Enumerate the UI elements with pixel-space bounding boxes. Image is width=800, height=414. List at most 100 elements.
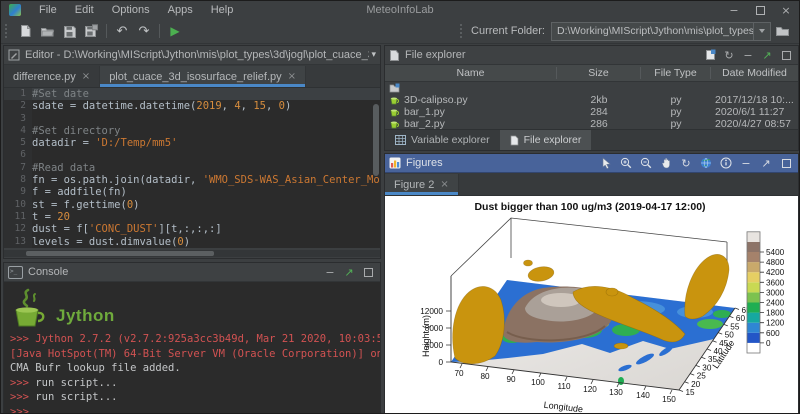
file-date: 2017/12/18 10:...: [711, 94, 798, 106]
code-line[interactable]: 3: [4, 113, 380, 125]
y-tick: 15: [686, 388, 696, 397]
x-tick: 110: [557, 382, 570, 391]
file-type: py: [641, 94, 711, 106]
menu-edit[interactable]: Edit: [67, 2, 102, 18]
x-axis-label: Longitude: [543, 400, 583, 413]
colorbar-tick: 3000: [766, 288, 785, 297]
code-line[interactable]: 8fn = os.path.join(datadir, 'WMO_SDS-WAS…: [4, 174, 380, 186]
redo-button[interactable]: ↷: [133, 21, 155, 41]
figures-maximize-button[interactable]: [778, 156, 794, 170]
browse-folder-button[interactable]: [771, 21, 793, 41]
code-line[interactable]: 2sdate = datetime.datetime(2019, 4, 15, …: [4, 100, 380, 112]
menu-apps[interactable]: Apps: [160, 2, 201, 18]
file-explorer-minimize-button[interactable]: −: [740, 48, 756, 62]
new-script-button[interactable]: [14, 21, 36, 41]
file-explorer-panel: File explorer ↻ − ↗ Name Size File Type …: [384, 45, 799, 151]
figures-header[interactable]: Figures ↻: [385, 154, 798, 173]
x-tick: 80: [480, 372, 490, 381]
figure-canvas[interactable]: Dust bigger than 100 ug/m3 (2019-04-17 1…: [385, 196, 798, 413]
current-folder-dropdown[interactable]: [753, 23, 770, 40]
tab-label: Variable explorer: [411, 134, 490, 146]
figures-minimize-button[interactable]: −: [738, 156, 754, 170]
folder-open-icon: [40, 25, 55, 38]
file-explorer-detach-button[interactable]: ↗: [759, 48, 775, 62]
file-explorer-maximize-button[interactable]: [778, 48, 794, 62]
console-output[interactable]: Jython >>> Jython 2.7.2 (v2.7.2:925a3cc3…: [4, 282, 380, 414]
current-folder-combobox[interactable]: D:\Working\MIScript\Jython\mis\plot_type…: [551, 22, 771, 41]
code-line[interactable]: 1#Set date: [4, 88, 380, 100]
colorbar-tick: 4200: [766, 268, 785, 277]
code-editor[interactable]: 1#Set date2sdate = datetime.datetime(201…: [4, 88, 380, 248]
menu-help[interactable]: Help: [203, 2, 242, 18]
identify-tool-button[interactable]: [718, 156, 734, 170]
console-panel: >_ Console − ↗ Jython >>> Jython 2.7.2 (…: [3, 262, 381, 413]
column-date-modified[interactable]: Date Modified: [711, 67, 798, 79]
undo-button[interactable]: ↶: [111, 21, 133, 41]
code-line[interactable]: 4#Set directory: [4, 125, 380, 137]
pointer-tool-button[interactable]: [598, 156, 614, 170]
editor-dropdown-icon[interactable]: ▾: [371, 51, 376, 60]
parent-folder-row[interactable]: [385, 82, 798, 94]
window-maximize-button[interactable]: [747, 1, 773, 19]
code-line[interactable]: 13levels = dust.dimvalue(0): [4, 236, 380, 248]
column-size[interactable]: Size: [557, 67, 641, 79]
window-minimize-button[interactable]: −: [721, 1, 747, 19]
new-file-button[interactable]: [702, 48, 718, 62]
code-line[interactable]: 5datadir = 'D:/Temp/mm5': [4, 137, 380, 149]
scrollbar-thumb[interactable]: [26, 251, 214, 256]
main-toolbar: ↶ ↷ ▶ Current Folder: D:\Working\MIScrip…: [1, 19, 799, 44]
pan-tool-button[interactable]: [658, 156, 674, 170]
code-line[interactable]: 11t = 20: [4, 211, 380, 223]
tab-close-icon[interactable]: ×: [82, 71, 90, 82]
tab-difference-py[interactable]: difference.py ×: [4, 66, 100, 87]
console-line: CMA Bufr lookup file added.: [10, 361, 374, 376]
column-file-type[interactable]: File Type: [641, 67, 711, 79]
figures-detach-button[interactable]: ↗: [758, 156, 774, 170]
cursor-icon: [601, 157, 612, 169]
editor-vertical-scrollbar[interactable]: [373, 86, 379, 246]
tab-plot-cuace-3d-isosurface-relief-py[interactable]: plot_cuace_3d_isosurface_relief.py ×: [100, 66, 306, 87]
maximize-icon: [756, 6, 765, 15]
tab-figure-2[interactable]: Figure 2 ×: [385, 174, 459, 195]
run-script-button[interactable]: ▶: [164, 21, 186, 41]
app-logo-icon: [9, 4, 21, 16]
console-maximize-button[interactable]: [360, 265, 376, 279]
zoom-out-tool-button[interactable]: [638, 156, 654, 170]
file-table-header[interactable]: Name Size File Type Date Modified: [385, 65, 798, 82]
refresh-button[interactable]: ↻: [721, 48, 737, 62]
file-size: 2kb: [557, 94, 641, 106]
y-tick: 55: [730, 322, 740, 331]
zoom-in-tool-button[interactable]: [618, 156, 634, 170]
console-panel-header[interactable]: >_ Console − ↗: [4, 263, 380, 282]
save-button[interactable]: [58, 21, 80, 41]
column-name[interactable]: Name: [385, 67, 557, 79]
file-row[interactable]: 3D-calipso.py 2kb py 2017/12/18 10:...: [385, 94, 798, 106]
tab-close-icon[interactable]: ×: [288, 71, 296, 82]
menu-file[interactable]: File: [31, 2, 65, 18]
open-file-button[interactable]: [36, 21, 58, 41]
console-minimize-button[interactable]: −: [322, 265, 338, 279]
editor-panel-header[interactable]: Editor - D:\Working\MIScript\Jython\mis\…: [4, 46, 380, 65]
current-folder-label: Current Folder:: [471, 25, 545, 37]
code-line[interactable]: 6: [4, 149, 380, 161]
toolbar-grip: [5, 24, 10, 38]
tab-close-icon[interactable]: ×: [440, 179, 448, 190]
file-row[interactable]: bar_1.py 284 py 2020/6/1 11:27: [385, 106, 798, 118]
rotate-tool-button[interactable]: ↻: [678, 156, 694, 170]
python-file-icon: [389, 119, 400, 129]
window-close-button[interactable]: ×: [773, 1, 799, 19]
file-explorer-header[interactable]: File explorer ↻ − ↗: [385, 46, 798, 65]
tab-file-explorer[interactable]: File explorer: [500, 130, 592, 150]
code-line[interactable]: 12dust = f['CONC_DUST'][t,:,:,:]: [4, 223, 380, 235]
menu-options[interactable]: Options: [104, 2, 158, 18]
console-detach-button[interactable]: ↗: [341, 265, 357, 279]
console-line: >>> run script...: [10, 376, 374, 391]
editor-horizontal-scrollbar[interactable]: [4, 250, 380, 257]
save-all-button[interactable]: [80, 21, 102, 41]
globe-tool-button[interactable]: [698, 156, 714, 170]
scrollbar-thumb[interactable]: [373, 104, 379, 176]
code-line[interactable]: 7#Read data: [4, 162, 380, 174]
code-line[interactable]: 9f = addfile(fn): [4, 186, 380, 198]
code-line[interactable]: 10st = f.gettime(0): [4, 199, 380, 211]
tab-variable-explorer[interactable]: Variable explorer: [385, 130, 500, 150]
